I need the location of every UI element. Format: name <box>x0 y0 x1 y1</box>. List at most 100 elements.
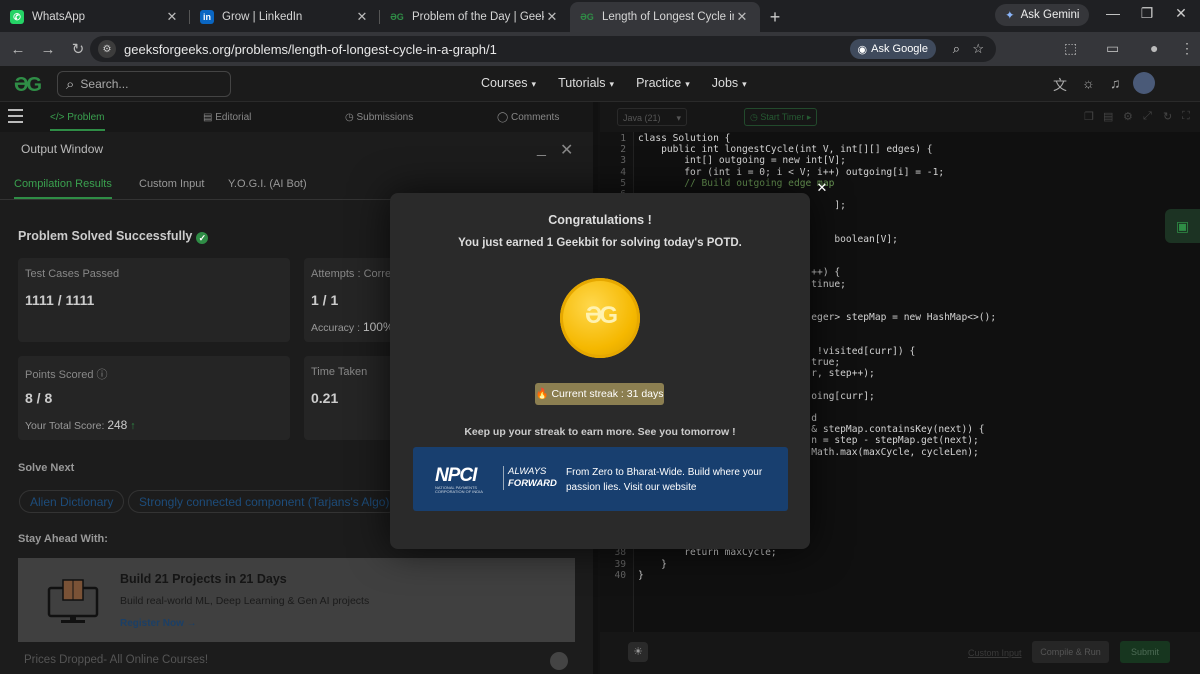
tab-title: Length of Longest Cycle in a Gr <box>602 11 734 23</box>
tab-comments[interactable]: ◯ Comments <box>497 112 559 123</box>
file-icon[interactable]: ▤ <box>1103 110 1113 123</box>
zoom-icon[interactable]: ⌕ <box>953 41 960 57</box>
register-now-link[interactable]: Register Now → <box>120 618 197 629</box>
search-input[interactable]: ⌕ Search... <box>57 71 231 97</box>
code-line[interactable]: public int longestCycle(int V, int[][] e… <box>638 144 932 155</box>
gfg-icon: ƏG <box>390 12 404 22</box>
next-problem-link[interactable]: Strongly connected component (Tarjans's … <box>128 490 401 513</box>
back-icon[interactable]: ← <box>3 41 33 58</box>
language-select[interactable]: Java (21) ▾ <box>617 108 687 126</box>
editor-toolbar: Java (21) ▾ ◷ Start Timer ▸ ❐ ▤ ⚙ ⤢ ↻ ⛶ <box>600 102 1200 132</box>
card-label: Attempts : Correct <box>311 268 400 280</box>
npci-ad-banner[interactable]: NPCI NATIONAL PAYMENTS CORPORATION OF IN… <box>413 447 788 511</box>
tab-yogi-bot[interactable]: Y.O.G.I. (AI Bot) <box>228 178 307 190</box>
problem-subtabs: </> Problem ▤ Editorial ◷ Submissions ◯ … <box>0 102 598 132</box>
copy-icon[interactable]: ❐ <box>1084 110 1094 123</box>
close-tab-icon[interactable]: ✕ <box>164 9 180 25</box>
notification-bell-icon[interactable]: ♫ <box>1110 75 1121 91</box>
new-tab-button[interactable]: + <box>760 2 790 32</box>
code-line[interactable]: } <box>638 559 667 570</box>
nav-courses[interactable]: Courses ▾ <box>481 76 536 90</box>
accuracy-row: Accuracy : 100% <box>311 320 394 334</box>
next-problem-link[interactable]: Alien Dictionary <box>19 490 125 513</box>
tab-compilation-results[interactable]: Compilation Results <box>14 178 112 199</box>
theme-toggle-icon[interactable]: ☼ <box>1082 75 1095 91</box>
tab-label: Submissions <box>356 112 414 123</box>
tab-editorial[interactable]: ▤ Editorial <box>203 112 251 123</box>
carousel-next-icon[interactable] <box>550 652 568 670</box>
total-score-row: Your Total Score: 248 ↑ <box>25 418 136 432</box>
minimize-panel-icon[interactable]: _ <box>537 140 546 158</box>
tab-potd[interactable]: ƏG Problem of the Day | GeeksforG ✕ <box>380 2 570 32</box>
reset-icon[interactable]: ↻ <box>1163 110 1172 123</box>
card-label: Test Cases Passed <box>25 268 120 280</box>
menu-dots-icon[interactable]: ⋮ <box>1180 40 1194 57</box>
start-timer-button[interactable]: ◷ Start Timer ▸ <box>744 108 818 126</box>
timer-label: Start Timer <box>760 112 805 122</box>
restore-icon[interactable]: ❐ <box>1132 5 1162 22</box>
reload-icon[interactable]: ↻ <box>63 40 93 58</box>
code-line[interactable]: for (int i = 0; i < V; i++) outgoing[i] … <box>638 167 944 178</box>
tab-problem[interactable]: </> Problem <box>50 112 105 131</box>
minimize-icon[interactable]: — <box>1098 5 1128 21</box>
custom-input-link[interactable]: Custom Input <box>968 648 1022 658</box>
line-number: 5 <box>620 177 626 189</box>
extensions-icon[interactable]: ⬚ <box>1064 40 1077 57</box>
close-window-icon[interactable]: ✕ <box>1166 5 1196 22</box>
chevron-down-icon: ▾ <box>676 113 681 123</box>
lens-icon: ◉ <box>857 43 868 56</box>
info-icon[interactable]: ⓘ <box>97 369 108 381</box>
card-value: 8 / 8 <box>25 390 53 406</box>
close-tab-icon[interactable]: ✕ <box>354 9 370 25</box>
code-line[interactable]: int[] outgoing = new int[V]; <box>638 155 846 166</box>
chat-icon[interactable]: ▣ <box>1165 209 1200 243</box>
profile-icon[interactable]: ● <box>1150 40 1158 56</box>
translate-icon[interactable]: 文 <box>1053 75 1067 95</box>
code-line[interactable]: // Build outgoing edge map <box>638 178 834 189</box>
nav-jobs[interactable]: Jobs ▾ <box>712 76 747 90</box>
nav-tutorials[interactable]: Tutorials ▾ <box>558 76 614 90</box>
cast-icon[interactable]: ▭ <box>1106 40 1119 57</box>
close-modal-icon[interactable]: ✕ <box>815 180 829 196</box>
close-panel-icon[interactable]: ✕ <box>560 140 573 160</box>
submit-button[interactable]: Submit <box>1120 641 1170 663</box>
nav-practice[interactable]: Practice ▾ <box>636 76 690 90</box>
card-label: Time Taken <box>311 366 368 378</box>
tab-linkedin[interactable]: in Grow | LinkedIn ✕ <box>190 2 380 32</box>
browser-tab-bar: ✆ WhatsApp ✕ in Grow | LinkedIn ✕ ƏG Pro… <box>0 0 1200 32</box>
streak-text: Current streak : 31 days <box>551 388 664 400</box>
tab-whatsapp[interactable]: ✆ WhatsApp ✕ <box>0 2 190 32</box>
ask-gemini-button[interactable]: ✦ Ask Gemini <box>995 4 1090 26</box>
tab-custom-input[interactable]: Custom Input <box>139 178 204 190</box>
ask-google-button[interactable]: ◉ Ask Google <box>849 39 936 59</box>
linkedin-icon: in <box>200 10 214 24</box>
close-tab-icon[interactable]: ✕ <box>734 9 750 25</box>
code-line[interactable]: class Solution { <box>638 133 730 144</box>
line-number: 39 <box>614 558 626 570</box>
code-line[interactable]: return maxCycle; <box>638 547 776 558</box>
url-text[interactable]: geeksforgeeks.org/problems/length-of-lon… <box>124 42 497 57</box>
lightbulb-icon[interactable]: ☀ <box>628 642 648 662</box>
site-settings-icon[interactable]: ⚙ <box>98 40 116 58</box>
code-line[interactable]: } <box>638 570 644 581</box>
expand-icon[interactable]: ⤢ <box>1143 110 1152 123</box>
npci-logo: NPCI <box>435 465 477 486</box>
hamburger-menu-icon[interactable] <box>8 109 23 127</box>
avatar[interactable] <box>1133 72 1155 94</box>
omnibox[interactable]: ⚙ geeksforgeeks.org/problems/length-of-l… <box>90 36 996 62</box>
compile-run-button[interactable]: Compile & Run <box>1032 641 1109 663</box>
bookmark-star-icon[interactable]: ☆ <box>972 41 984 57</box>
close-tab-icon[interactable]: ✕ <box>544 9 560 25</box>
course-banner[interactable]: Build 21 Projects in 21 Days Build real-… <box>18 558 575 642</box>
tab-label: Editorial <box>215 112 252 123</box>
forward-icon[interactable]: → <box>33 41 63 58</box>
settings-icon[interactable]: ⚙ <box>1123 110 1133 123</box>
gemini-icon: ✦ <box>1005 10 1015 22</box>
nav-label: Jobs <box>711 76 739 90</box>
fullscreen-icon[interactable]: ⛶ <box>1182 110 1190 123</box>
tab-longest-cycle[interactable]: ƏG Length of Longest Cycle in a Gr ✕ <box>570 2 760 32</box>
chevron-down-icon: ▾ <box>742 79 747 89</box>
card-value: 1 / 1 <box>311 292 339 308</box>
gfg-logo[interactable]: ƏG <box>14 74 42 97</box>
tab-submissions[interactable]: ◷ Submissions <box>345 112 413 123</box>
